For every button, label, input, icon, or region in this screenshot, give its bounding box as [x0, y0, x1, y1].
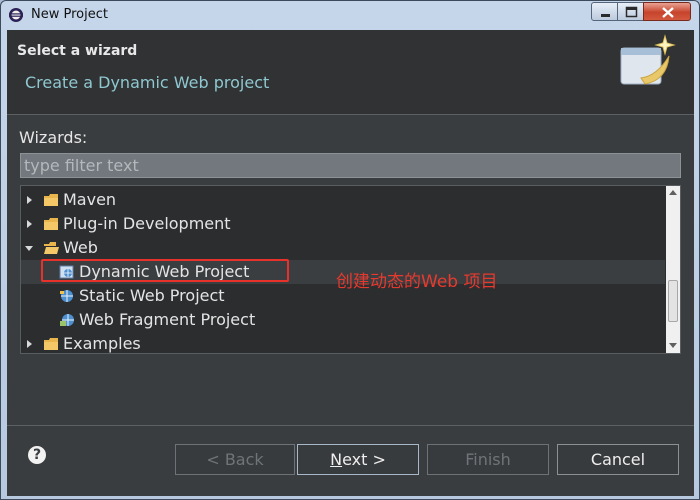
new-project-window: New Project Select a wizard Create a Dyn…	[0, 0, 700, 500]
new-wizard-banner-icon	[620, 34, 676, 85]
static-web-project-icon	[60, 290, 73, 302]
tree-item-label: Web	[63, 238, 98, 257]
back-button[interactable]: < Back	[175, 444, 295, 475]
tree-item-web-fragment-project[interactable]: Web Fragment Project	[21, 308, 665, 332]
folder-icon	[44, 338, 58, 350]
tree-scrollbar[interactable]	[666, 186, 680, 353]
close-button[interactable]	[643, 2, 691, 21]
web-fragment-project-icon	[60, 314, 74, 326]
tree-item-maven[interactable]: Maven	[21, 188, 665, 212]
minimize-icon	[601, 14, 610, 17]
scroll-down-arrow-icon[interactable]	[669, 343, 677, 348]
annotation-highlight-box	[41, 259, 289, 282]
tree-item-label: Web Fragment Project	[79, 310, 256, 329]
expand-arrow-icon[interactable]	[27, 220, 32, 228]
minimize-button[interactable]	[591, 2, 618, 21]
close-icon	[662, 7, 674, 18]
dialog-footer: ? < Back Next > Finish Cancel	[7, 426, 694, 496]
dialog-content: Select a wizard Create a Dynamic Web pro…	[7, 30, 694, 496]
wizards-label: Wizards:	[19, 128, 88, 147]
folder-icon	[44, 218, 58, 230]
tree-item-label: Static Web Project	[79, 286, 225, 305]
tree-item-label: Plug-in Development	[63, 214, 231, 233]
annotation-text: 创建动态的Web 项目	[336, 272, 498, 292]
wizard-header: Select a wizard Create a Dynamic Web pro…	[7, 30, 694, 114]
expand-arrow-icon[interactable]	[27, 340, 32, 348]
collapse-arrow-icon[interactable]	[25, 246, 33, 251]
tree-item-examples[interactable]: Examples	[21, 332, 665, 353]
tree-item-plugin-development[interactable]: Plug-in Development	[21, 212, 665, 236]
folder-icon	[44, 194, 58, 206]
open-folder-icon	[44, 242, 59, 254]
header-description: Create a Dynamic Web project	[25, 73, 270, 92]
title-bar[interactable]: New Project	[1, 1, 699, 30]
next-label: ext >	[342, 450, 386, 469]
window-title: New Project	[31, 7, 108, 22]
scroll-up-arrow-icon[interactable]	[669, 190, 677, 195]
header-separator	[7, 114, 694, 115]
next-mnemonic: N	[330, 450, 343, 469]
eclipse-app-icon	[9, 8, 23, 22]
scrollbar-thumb[interactable]	[668, 280, 678, 322]
next-button[interactable]: Next >	[297, 444, 419, 475]
cancel-button[interactable]: Cancel	[557, 444, 679, 475]
help-icon[interactable]: ?	[28, 446, 46, 464]
maximize-button[interactable]	[617, 2, 644, 21]
expand-arrow-icon[interactable]	[27, 196, 32, 204]
tree-item-label: Maven	[63, 190, 117, 209]
tree-item-web[interactable]: Web	[21, 236, 665, 260]
header-title: Select a wizard	[17, 43, 138, 59]
tree-item-label: Examples	[63, 334, 141, 353]
finish-button[interactable]: Finish	[427, 444, 549, 475]
filter-input[interactable]	[20, 153, 681, 178]
maximize-icon	[625, 6, 638, 18]
